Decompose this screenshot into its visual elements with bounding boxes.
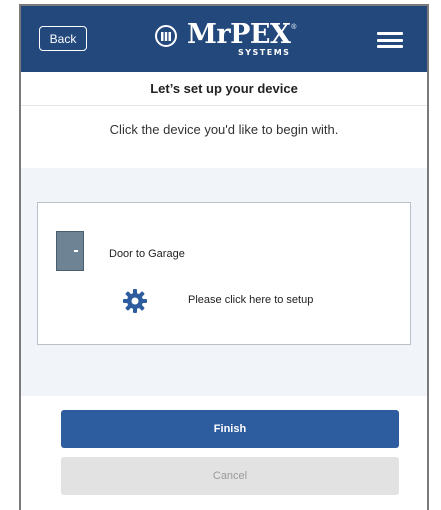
brand-name: MrPEX <box>187 19 291 50</box>
instruction-text: Click the device you'd like to begin wit… <box>109 122 339 137</box>
m-circle-logo-icon <box>155 25 177 47</box>
door-icon <box>56 231 84 271</box>
back-button[interactable]: Back <box>39 26 87 51</box>
brand-logo: MrPEX ® SYSTEMS <box>155 19 296 60</box>
setup-link[interactable]: Please click here to setup <box>188 294 313 306</box>
brand-trademark: ® <box>291 24 297 31</box>
header-bar: Back MrPEX ® SYSTEMS <box>21 6 427 72</box>
cancel-button[interactable]: Cancel <box>61 457 399 495</box>
device-name: Door to Garage <box>109 248 185 260</box>
page-title: Let’s set up your device <box>21 72 427 106</box>
finish-button[interactable]: Finish <box>61 410 399 448</box>
brand-wordmark: MrPEX ® SYSTEMS <box>187 19 296 58</box>
device-card-door-to-garage[interactable]: Door to Garage Please click here to setu… <box>37 202 411 345</box>
app-frame: Back MrPEX ® SYSTEMS Let’s set up your d… <box>19 4 429 510</box>
hamburger-icon[interactable] <box>377 32 403 48</box>
brand-subtitle: SYSTEMS <box>237 48 291 57</box>
gear-icon[interactable] <box>122 288 148 314</box>
